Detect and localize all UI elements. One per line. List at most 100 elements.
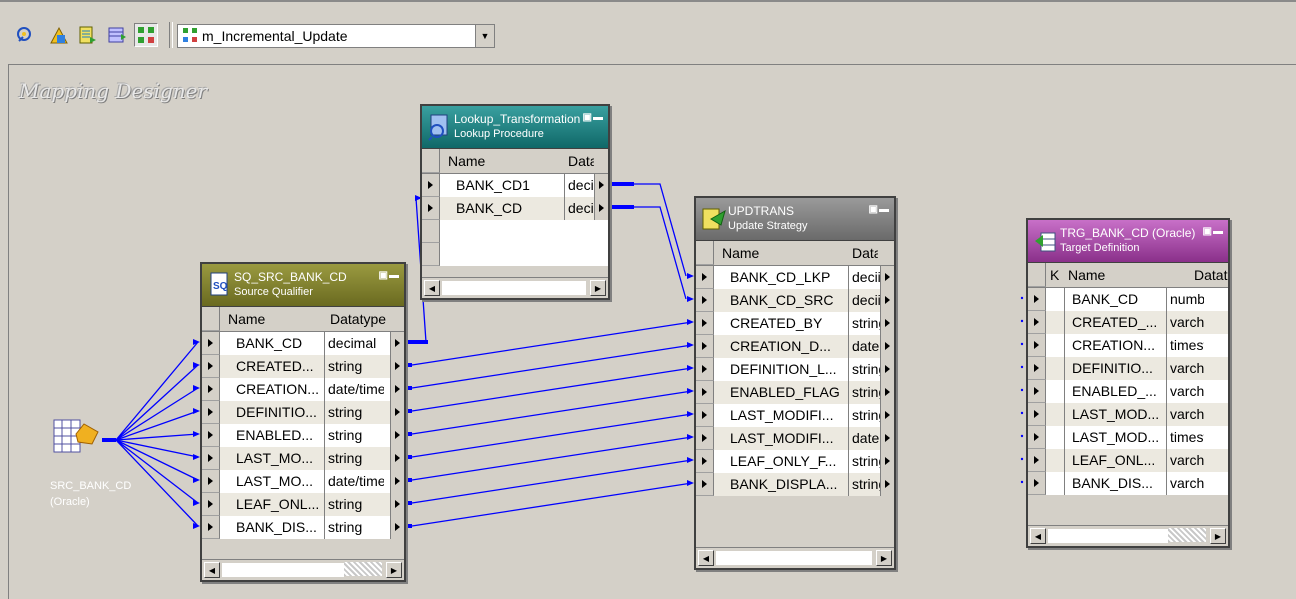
row-selector-icon[interactable] (202, 447, 220, 470)
port-row[interactable]: LAST_MOD... varch (1028, 403, 1228, 426)
row-selector-icon[interactable] (696, 358, 714, 381)
row-selector-icon[interactable] (696, 473, 714, 496)
output-port-icon[interactable] (390, 401, 404, 424)
row-selector-icon[interactable] (202, 332, 220, 355)
row-selector-icon[interactable] (202, 493, 220, 516)
scroll-left-icon[interactable]: ◀ (698, 550, 714, 566)
box-controls-icon[interactable]: ▣▬ (1203, 226, 1224, 237)
row-selector-icon[interactable] (1028, 357, 1046, 380)
port-row[interactable]: LAST_MODIFI... date (696, 427, 894, 450)
scroll-thumb[interactable] (344, 562, 382, 576)
output-port-icon[interactable] (390, 516, 404, 539)
scroll-right-icon[interactable]: ▶ (1210, 528, 1226, 544)
port-row[interactable]: LAST_MO... string (202, 447, 404, 470)
row-selector-icon[interactable] (696, 404, 714, 427)
row-selector-icon[interactable] (1028, 472, 1046, 495)
source-definition-icon[interactable] (52, 414, 100, 458)
port-row[interactable]: CREATION... date/time (202, 378, 404, 401)
source-qualifier-header[interactable]: SQ SQ_SRC_BANK_CD Source Qualifier ▣▬ (202, 264, 404, 307)
update-strategy-header[interactable]: UPDTRANS Update Strategy ▣▬ (696, 198, 894, 241)
port-row[interactable]: LAST_MO... date/time (202, 470, 404, 493)
port-row[interactable]: BANK_CD decii (422, 197, 608, 220)
horizontal-scrollbar[interactable]: ◀ ▶ (422, 277, 608, 298)
target-header[interactable]: TRG_BANK_CD (Oracle) Target Definition ▣… (1028, 220, 1228, 263)
output-port-icon[interactable] (390, 378, 404, 401)
row-selector-icon[interactable] (696, 312, 714, 335)
output-port-icon[interactable] (880, 335, 894, 358)
port-row[interactable]: DEFINITION_L... string (696, 358, 894, 381)
box-controls-icon[interactable]: ▣▬ (583, 112, 604, 123)
port-row[interactable]: LEAF_ONLY_F... string (696, 450, 894, 473)
output-port-icon[interactable] (390, 332, 404, 355)
scroll-left-icon[interactable]: ◀ (424, 280, 440, 296)
row-selector-icon[interactable] (696, 450, 714, 473)
output-port-icon[interactable] (390, 355, 404, 378)
output-port-icon[interactable] (880, 381, 894, 404)
target-definition-box[interactable]: TRG_BANK_CD (Oracle) Target Definition ▣… (1026, 218, 1230, 548)
row-selector-icon[interactable] (1028, 403, 1046, 426)
row-selector-icon[interactable] (1028, 334, 1046, 357)
port-row[interactable]: CREATED... string (202, 355, 404, 378)
scroll-left-icon[interactable]: ◀ (204, 562, 220, 578)
horizontal-scrollbar[interactable]: ◀ ▶ (696, 547, 894, 568)
row-selector-icon[interactable] (202, 516, 220, 539)
port-row[interactable]: BANK_DISPLA... string (696, 473, 894, 496)
output-port-icon[interactable] (880, 404, 894, 427)
port-row[interactable]: LAST_MOD... timest (1028, 426, 1228, 449)
output-port-icon[interactable] (880, 473, 894, 496)
scroll-left-icon[interactable]: ◀ (1030, 528, 1046, 544)
port-row[interactable]: CREATED_... varch (1028, 311, 1228, 334)
row-selector-icon[interactable] (1028, 288, 1046, 311)
port-row[interactable]: BANK_DIS... string (202, 516, 404, 539)
row-selector-icon[interactable] (696, 381, 714, 404)
port-row[interactable]: BANK_CD_LKP decii (696, 266, 894, 289)
row-selector-icon[interactable] (696, 289, 714, 312)
lookup-header[interactable]: Lookup_Transformation Lookup Procedure ▣… (422, 106, 608, 149)
port-row[interactable]: BANK_CD_SRC decii (696, 289, 894, 312)
output-port-icon[interactable] (390, 424, 404, 447)
port-row[interactable]: CREATION... timest (1028, 334, 1228, 357)
port-row[interactable]: LEAF_ONL... string (202, 493, 404, 516)
horizontal-scrollbar[interactable]: ◀ ▶ (202, 559, 404, 580)
row-selector-icon[interactable] (202, 355, 220, 378)
row-selector-icon[interactable] (202, 378, 220, 401)
port-row[interactable]: LAST_MODIFI... string (696, 404, 894, 427)
port-row[interactable]: BANK_CD numb (1028, 288, 1228, 311)
port-row[interactable]: LEAF_ONL... varch (1028, 449, 1228, 472)
lookup-transformation-box[interactable]: Lookup_Transformation Lookup Procedure ▣… (420, 104, 610, 300)
row-selector-icon[interactable] (696, 266, 714, 289)
row-selector-icon[interactable] (1028, 311, 1046, 334)
port-row[interactable]: BANK_CD decimal (202, 332, 404, 355)
output-port-icon[interactable] (880, 427, 894, 450)
port-row[interactable]: CREATED_BY string (696, 312, 894, 335)
row-selector-icon[interactable] (202, 470, 220, 493)
output-port-icon[interactable] (594, 174, 608, 197)
row-selector-icon[interactable] (1028, 380, 1046, 403)
scroll-right-icon[interactable]: ▶ (590, 280, 606, 296)
horizontal-scrollbar[interactable]: ◀ ▶ (1028, 525, 1228, 546)
output-port-icon[interactable] (390, 447, 404, 470)
port-row[interactable]: DEFINITIO... varch (1028, 357, 1228, 380)
output-port-icon[interactable] (880, 266, 894, 289)
port-row[interactable]: ENABLED... string (202, 424, 404, 447)
row-selector-icon[interactable] (422, 197, 440, 220)
output-port-icon[interactable] (594, 197, 608, 220)
row-selector-icon[interactable] (202, 424, 220, 447)
output-port-icon[interactable] (390, 470, 404, 493)
port-row[interactable]: ENABLED_FLAG string (696, 381, 894, 404)
port-row[interactable]: DEFINITIO... string (202, 401, 404, 424)
row-selector-icon[interactable] (1028, 449, 1046, 472)
box-controls-icon[interactable]: ▣▬ (379, 270, 400, 281)
output-port-icon[interactable] (880, 450, 894, 473)
output-port-icon[interactable] (880, 358, 894, 381)
row-selector-icon[interactable] (696, 335, 714, 358)
port-row[interactable]: CREATION_D... date (696, 335, 894, 358)
source-qualifier-box[interactable]: SQ SQ_SRC_BANK_CD Source Qualifier ▣▬ Na… (200, 262, 406, 582)
port-row[interactable]: BANK_DIS... varch (1028, 472, 1228, 495)
update-strategy-box[interactable]: UPDTRANS Update Strategy ▣▬ Name Data BA… (694, 196, 896, 570)
box-controls-icon[interactable]: ▣▬ (869, 204, 890, 215)
output-port-icon[interactable] (880, 312, 894, 335)
output-port-icon[interactable] (390, 493, 404, 516)
output-port-icon[interactable] (880, 289, 894, 312)
port-row[interactable]: ENABLED_... varch (1028, 380, 1228, 403)
